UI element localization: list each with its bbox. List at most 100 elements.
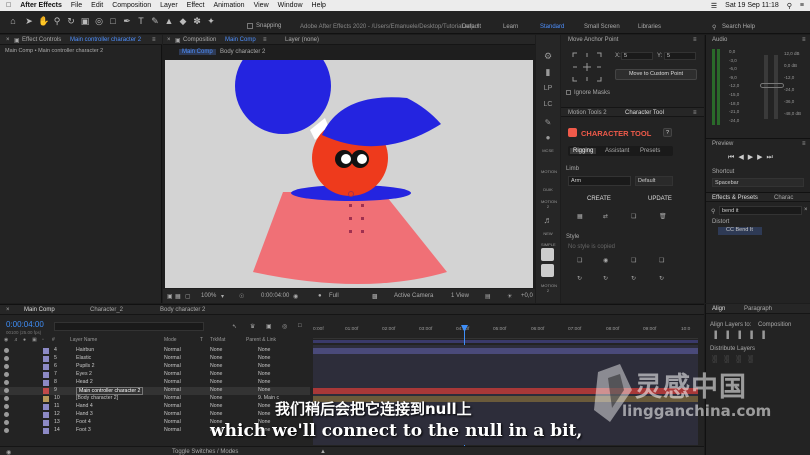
style-link-icon[interactable]: ↻: [577, 275, 582, 282]
tab-layer[interactable]: Layer (none): [285, 37, 319, 43]
panel-menu-icon[interactable]: ≡: [152, 37, 156, 43]
eye-icon[interactable]: [4, 364, 9, 369]
graph-editor-icon[interactable]: □: [298, 323, 302, 329]
puppet-tool-icon[interactable]: ✦: [206, 16, 216, 26]
type-tool-icon[interactable]: T: [136, 16, 146, 26]
swap-icon[interactable]: ⇄: [603, 213, 608, 220]
tab-effects-presets[interactable]: Effects & Presets: [712, 195, 758, 201]
zoom-select[interactable]: 100%: [201, 293, 216, 299]
label-swatch[interactable]: [43, 388, 49, 394]
pen-tool-icon[interactable]: ✒: [122, 16, 132, 26]
paste-style-icon[interactable]: ◉: [603, 257, 608, 264]
ignore-masks-checkbox[interactable]: [566, 90, 571, 95]
home-icon[interactable]: ⌂: [8, 16, 18, 26]
eye-icon[interactable]: [4, 412, 9, 417]
panel-menu-icon[interactable]: ≡: [802, 37, 806, 43]
settings-icon[interactable]: ⚙: [541, 51, 555, 62]
prev-frame-icon[interactable]: ◀: [738, 154, 747, 161]
style-link-icon-4[interactable]: ↻: [659, 275, 664, 282]
f-logo-icon-1[interactable]: [541, 248, 554, 261]
tab-main-comp[interactable]: Main Comp: [24, 307, 55, 313]
panel-menu-icon[interactable]: ≡: [263, 37, 267, 43]
align-center-v-icon[interactable]: ▐: [760, 332, 772, 339]
pan-behind-tool-icon[interactable]: ◎: [94, 16, 104, 26]
label-swatch[interactable]: [43, 372, 49, 378]
align-top-icon[interactable]: ▐: [748, 332, 760, 339]
eye-icon[interactable]: [4, 348, 9, 353]
menu-layer[interactable]: Layer: [160, 2, 178, 9]
timecode-display[interactable]: 0:00:04:00: [261, 293, 289, 299]
clear-search-icon[interactable]: ×: [804, 207, 808, 213]
layer-row[interactable]: 7 Eyes 2 Normal None None: [0, 371, 310, 379]
tab-character-tool[interactable]: Character Tool: [625, 110, 664, 116]
layer-row[interactable]: 11 Hand 4 Normal None None: [0, 403, 310, 411]
label-swatch[interactable]: [43, 404, 49, 410]
label-swatch[interactable]: [43, 396, 49, 402]
align-icon[interactable]: ▦: [577, 213, 583, 220]
menu-edit[interactable]: Edit: [91, 2, 103, 9]
play-icon[interactable]: ▶: [748, 154, 757, 161]
subtab-rigging[interactable]: Rigging: [570, 148, 597, 154]
subtab-assistant[interactable]: Assistant: [605, 148, 629, 154]
menu-window[interactable]: Window: [278, 2, 303, 9]
search-help-input[interactable]: Search Help: [722, 24, 755, 30]
eye-icon[interactable]: [4, 396, 9, 401]
layer-row[interactable]: 4 Hairbun Normal None None: [0, 347, 310, 355]
motion2-extension[interactable]: MOTION 2: [541, 199, 557, 209]
menu-file[interactable]: File: [71, 2, 82, 9]
y-input[interactable]: 5: [664, 52, 696, 60]
region-icon[interactable]: ▣: [167, 293, 173, 300]
circle-icon[interactable]: ●: [541, 133, 555, 142]
tab-align[interactable]: Align: [712, 306, 725, 312]
exposure-icon[interactable]: ☀: [507, 293, 512, 300]
resolution-select[interactable]: Full: [329, 293, 339, 299]
subtab-main-comp[interactable]: Main Comp: [179, 49, 216, 55]
render-time-icon[interactable]: ◉: [6, 449, 11, 455]
rectangle-tool-icon[interactable]: □: [108, 16, 118, 26]
layer-row[interactable]: 6 Pupils 2 Normal None None: [0, 363, 310, 371]
chevron-down-icon[interactable]: ▾: [221, 293, 224, 300]
roto-brush-tool-icon[interactable]: ✽: [192, 16, 202, 26]
eye-icon[interactable]: [4, 404, 9, 409]
tab-composition[interactable]: Composition: [183, 37, 216, 43]
toggle-switches-modes[interactable]: Toggle Switches / Modes: [172, 449, 238, 455]
label-swatch[interactable]: [43, 420, 49, 426]
label-swatch[interactable]: [43, 428, 49, 434]
eye-icon[interactable]: [4, 428, 9, 433]
label-swatch[interactable]: [43, 356, 49, 362]
f-logo-icon-2[interactable]: [541, 264, 554, 277]
align-right-icon[interactable]: ▐: [736, 332, 748, 339]
clone-stamp-tool-icon[interactable]: ▲: [164, 16, 174, 26]
create-button[interactable]: CREATE: [587, 196, 611, 202]
eye-icon[interactable]: [4, 420, 9, 425]
tab-paragraph[interactable]: Paragraph: [744, 306, 772, 312]
zoom-tool-icon[interactable]: ⚲: [52, 16, 62, 26]
simple-extension[interactable]: SIMPLE: [541, 242, 556, 247]
label-swatch[interactable]: [43, 412, 49, 418]
lc-extension[interactable]: LC: [541, 101, 555, 108]
tab-composition-target[interactable]: Main Comp: [225, 37, 256, 43]
comp-flowchart-icon[interactable]: ➴: [232, 323, 237, 330]
delete-icon[interactable]: 🗑: [659, 213, 667, 220]
search-help-icon[interactable]: ⚲: [712, 24, 716, 31]
anchor-grid[interactable]: [571, 51, 603, 83]
align-target-select[interactable]: Composition: [758, 322, 791, 328]
motion-extension[interactable]: MOTION: [541, 169, 557, 174]
hand-tool-icon[interactable]: ✋: [38, 16, 49, 26]
document-icon[interactable]: ▮: [541, 67, 555, 78]
tab-character[interactable]: Charac: [774, 195, 793, 201]
style-link-icon-3[interactable]: ↻: [631, 275, 636, 282]
tab-motion-tools[interactable]: Motion Tools 2: [568, 110, 607, 116]
frame-blending-icon[interactable]: ▣: [266, 323, 272, 330]
workspace-libraries[interactable]: Libraries: [638, 24, 661, 30]
selection-tool-icon[interactable]: ➤: [24, 16, 34, 26]
composition-canvas[interactable]: [165, 60, 533, 288]
workspace-learn[interactable]: Learn: [503, 24, 518, 30]
layer-row[interactable]: 8 Head 2 Normal None None: [0, 379, 310, 387]
shortcut-select[interactable]: Spacebar: [712, 178, 804, 187]
eye-icon[interactable]: [4, 380, 9, 385]
layer-row-selected[interactable]: 9 Main controller character 2 Normal Non…: [0, 387, 310, 395]
workspace-small-screen[interactable]: Small Screen: [584, 24, 620, 30]
close-icon[interactable]: ×: [6, 37, 10, 43]
panel-menu-icon[interactable]: ≡: [693, 110, 697, 116]
